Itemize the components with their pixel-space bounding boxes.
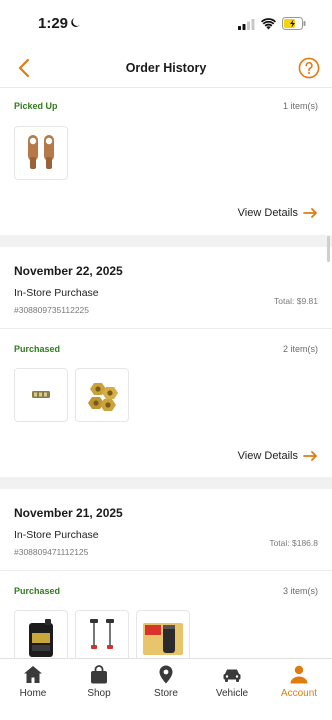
page-title: Order History: [125, 61, 207, 75]
item-count: 3 item(s): [282, 586, 318, 596]
car-icon: [223, 669, 241, 682]
order-number: #308809735112225: [14, 305, 90, 315]
order-status: Purchased: [14, 586, 61, 596]
divider: [0, 570, 332, 571]
product-thumbnail[interactable]: [136, 610, 190, 658]
order-total: Total: $9.81: [274, 296, 318, 306]
view-details-label: View Details: [237, 207, 298, 219]
section-separator: [0, 477, 332, 489]
battery-icon: [282, 17, 306, 30]
arrow-right-icon: [303, 451, 317, 461]
order-total: Total: $186.8: [269, 538, 318, 548]
order-list[interactable]: Picked Up 1 item(s) View Details Novembe…: [0, 88, 332, 658]
item-count: 1 item(s): [282, 101, 318, 111]
tab-shop-label: Shop: [87, 688, 111, 699]
tab-account-label: Account: [280, 688, 318, 699]
order-number: #308809471112125: [14, 547, 89, 557]
item-count: 2 item(s): [282, 344, 318, 354]
moon-icon: [71, 18, 80, 27]
section-separator: [0, 235, 332, 247]
brass-nuts-image: [88, 383, 118, 411]
view-details-link[interactable]: View Details: [238, 207, 318, 219]
cellular-signal-icon: [238, 19, 255, 30]
wifi-icon: [261, 18, 276, 30]
status-time: 1:29: [38, 15, 69, 32]
order-status: Purchased: [14, 344, 61, 354]
tab-shop[interactable]: Shop: [66, 665, 132, 709]
scrollbar[interactable]: [327, 236, 330, 262]
location-pin-icon: [159, 665, 173, 684]
person-icon: [290, 665, 308, 684]
help-icon[interactable]: [298, 57, 320, 79]
wiper-parts-image: [90, 619, 114, 649]
arrow-right-icon: [303, 208, 317, 218]
product-thumbnail[interactable]: [75, 610, 129, 658]
product-thumbnail[interactable]: [14, 368, 68, 422]
product-thumbnail[interactable]: [14, 126, 68, 180]
cabin-filter-box-image: [143, 623, 183, 655]
tab-store[interactable]: Store: [133, 665, 199, 709]
tab-bar: Home Shop Store Vehicle Account: [0, 658, 332, 720]
status-bar: 1:29: [0, 0, 332, 48]
divider: [0, 328, 332, 329]
order-status: Picked Up: [14, 101, 58, 111]
tab-account[interactable]: Account: [266, 665, 332, 709]
header: Order History: [0, 48, 332, 88]
order-date: November 21, 2025: [14, 506, 123, 520]
order-status-row: Purchased 2 item(s): [0, 331, 332, 367]
copper-lug-image: [28, 135, 54, 169]
order-date: November 22, 2025: [14, 264, 123, 278]
small-part-image: [32, 391, 50, 398]
product-thumbnail[interactable]: [14, 610, 68, 658]
order-status-row: Picked Up 1 item(s): [0, 88, 332, 124]
view-details-link[interactable]: View Details: [238, 450, 318, 462]
tab-store-label: Store: [154, 688, 178, 699]
bag-icon: [91, 665, 107, 684]
order-type: In-Store Purchase: [14, 529, 99, 541]
tab-vehicle[interactable]: Vehicle: [199, 665, 265, 709]
home-icon: [24, 666, 42, 683]
tab-home[interactable]: Home: [0, 665, 66, 709]
motor-oil-jug-image: [29, 619, 53, 657]
tab-home-label: Home: [19, 688, 47, 699]
product-thumbnail[interactable]: [75, 368, 129, 422]
order-type: In-Store Purchase: [14, 287, 99, 299]
view-details-label: View Details: [237, 450, 298, 462]
order-status-row: Purchased 3 item(s): [0, 573, 332, 609]
tab-vehicle-label: Vehicle: [215, 688, 249, 699]
